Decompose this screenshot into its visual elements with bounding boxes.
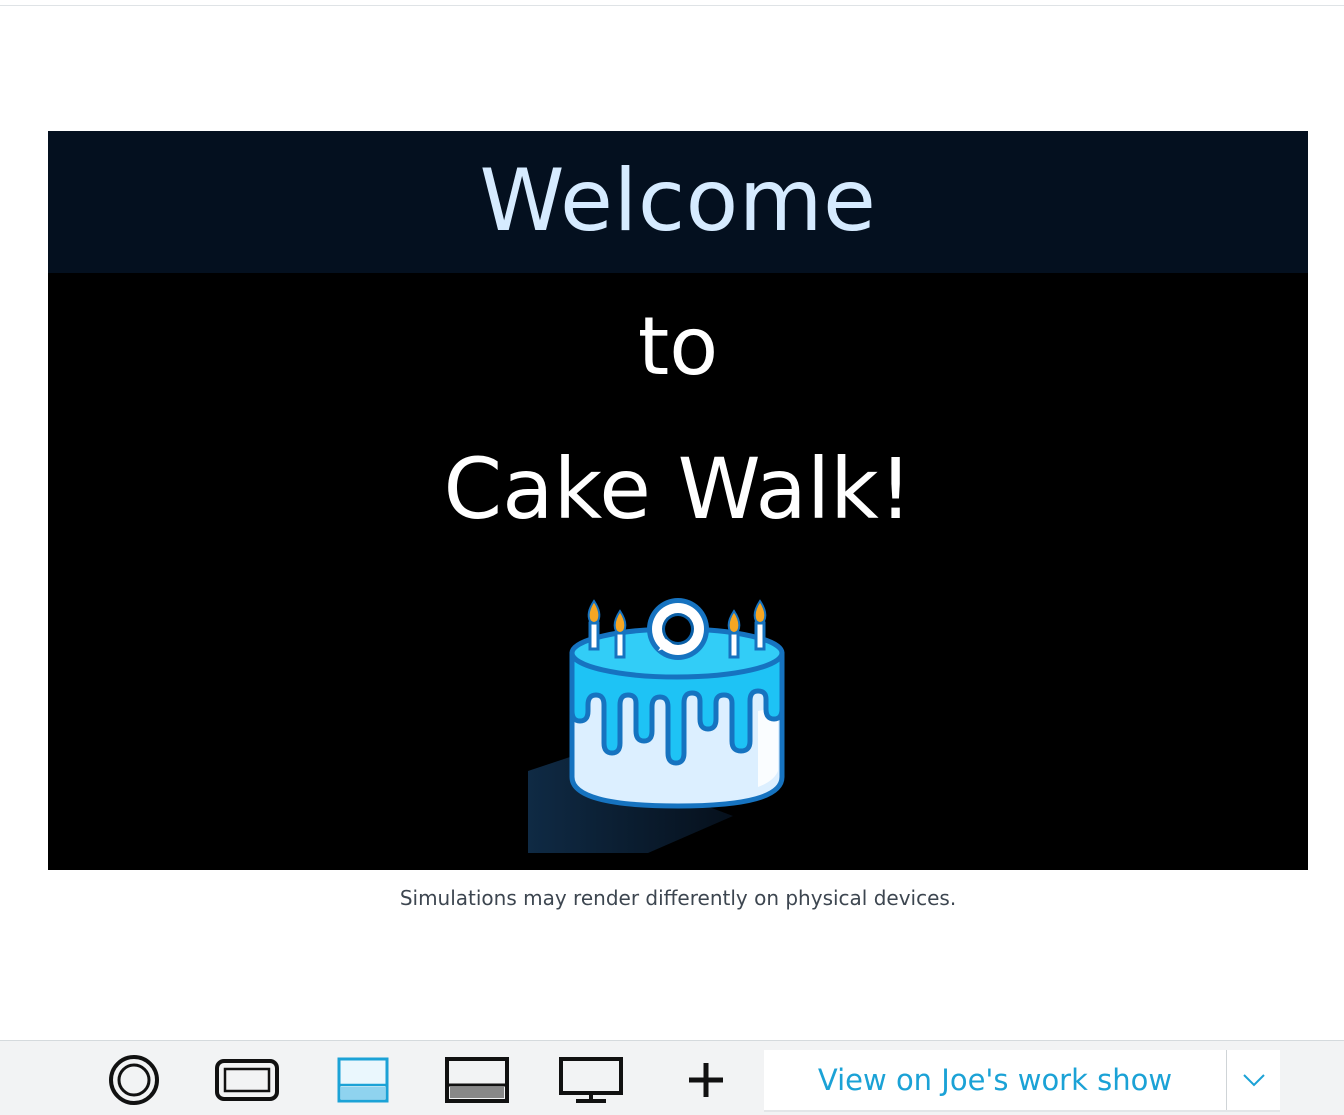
round-device-icon: [109, 1055, 159, 1105]
tv-icon: [559, 1057, 623, 1103]
chevron-down-icon: [1242, 1074, 1265, 1087]
medium-screen-device-icon: [215, 1059, 279, 1101]
alexa-logo-icon: [647, 598, 709, 660]
welcome-subtitle-to: to: [637, 300, 719, 393]
view-on-device-split-button: View on Joe's work show: [764, 1050, 1280, 1112]
device-echo-spot-button[interactable]: [104, 1055, 164, 1105]
add-device-button[interactable]: [682, 1055, 730, 1105]
device-xlarge-screen-button[interactable]: [444, 1055, 510, 1105]
large-screen-device-icon: [337, 1057, 389, 1103]
device-medium-screen-button[interactable]: [214, 1055, 280, 1105]
device-tv-button[interactable]: [556, 1055, 626, 1105]
welcome-title: Welcome: [479, 151, 877, 251]
device-large-screen-button-selected[interactable]: [334, 1055, 392, 1105]
device-simulator-screen: Welcome to Cake Walk!: [48, 131, 1308, 870]
view-device-dropdown-button[interactable]: [1227, 1050, 1280, 1110]
xlarge-screen-device-icon: [445, 1057, 509, 1103]
top-border: [0, 0, 1344, 6]
view-on-device-button[interactable]: View on Joe's work show: [764, 1050, 1226, 1110]
plus-icon: [689, 1063, 723, 1097]
simulation-disclaimer: Simulations may render differently on ph…: [399, 886, 957, 910]
birthday-cake-image: [528, 598, 785, 853]
welcome-subtitle-cake-walk: Cake Walk!: [443, 440, 913, 538]
